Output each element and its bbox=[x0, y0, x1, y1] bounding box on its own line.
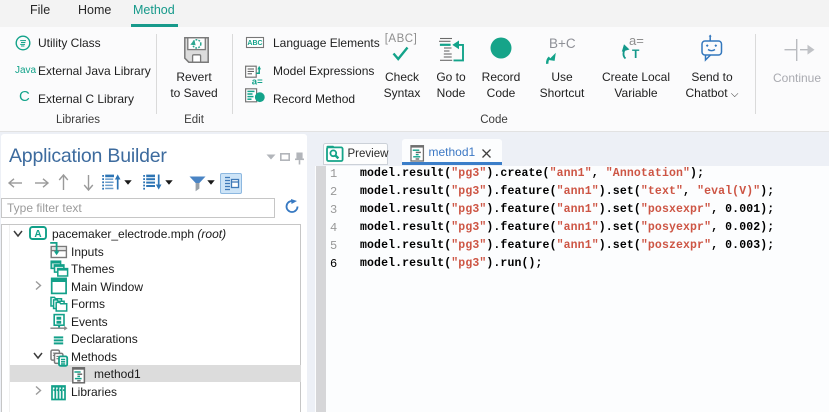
svg-text:ABC: ABC bbox=[247, 40, 262, 47]
svg-text:A: A bbox=[34, 229, 41, 240]
svg-text:a=: a= bbox=[252, 76, 263, 87]
svg-text:T: T bbox=[632, 47, 640, 61]
